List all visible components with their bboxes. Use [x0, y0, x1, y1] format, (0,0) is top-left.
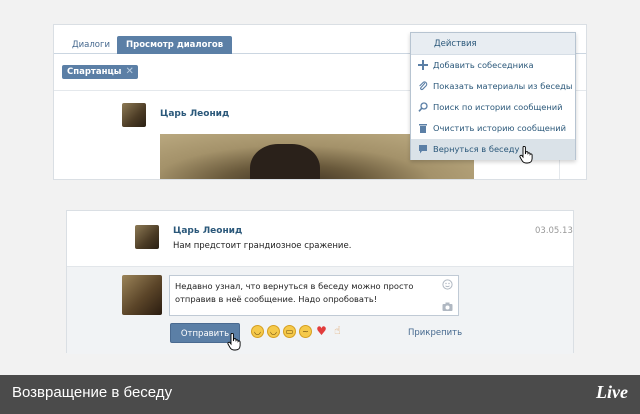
grin-emoji-icon[interactable]: ▭ — [283, 325, 296, 338]
message-author[interactable]: Царь Леонид — [173, 226, 242, 236]
heart-icon[interactable]: ♥ — [315, 325, 328, 338]
smirk-emoji-icon[interactable]: ~ — [299, 325, 312, 338]
menu-item-add-participant[interactable]: Добавить собеседника — [411, 55, 575, 76]
laugh-emoji-icon[interactable]: ◡ — [267, 325, 280, 338]
menu-item-return-to-chat[interactable]: Вернуться в беседу — [411, 139, 575, 160]
menu-item-label: Вернуться в беседу — [433, 144, 520, 154]
photo-figure — [250, 144, 320, 179]
conversation-chip-label: Спартанцы — [67, 67, 122, 77]
message-header: Царь Леонид — [122, 103, 229, 127]
caption-bar: Возвращение в беседу Live — [0, 375, 640, 414]
menu-item-label: Добавить собеседника — [433, 60, 534, 70]
actions-menu: Действия Добавить собеседника Показать м… — [410, 32, 576, 164]
compose-area: Недавно узнал, что вернуться в беседу мо… — [67, 266, 573, 354]
emoji-bar: ◡ ◡ ▭ ~ ♥ ☝ — [251, 325, 344, 338]
message-input-line: Недавно узнал, что вернуться в беседу мо… — [175, 281, 414, 291]
menu-item-label: Поиск по истории сообщений — [433, 102, 563, 112]
chat-panel: Царь Леонид Нам предстоит грандиозное ср… — [66, 210, 574, 354]
conversation-chip[interactable]: Спартанцы ✕ — [62, 65, 138, 79]
live-logo: Live — [596, 382, 628, 402]
menu-item-label: Показать материалы из беседы — [433, 81, 573, 91]
tab-view-dialogs[interactable]: Просмотр диалогов — [117, 36, 233, 54]
chat-bubble-icon — [418, 144, 428, 154]
search-icon — [418, 102, 428, 112]
message-input-line: отправив в неё сообщение. Надо опробоват… — [175, 294, 378, 304]
attach-link[interactable]: Прикрепить — [408, 328, 462, 338]
message-input[interactable]: Недавно узнал, что вернуться в беседу мо… — [169, 275, 459, 316]
actions-menu-header[interactable]: Действия — [411, 33, 575, 55]
menu-item-label: Очистить историю сообщений — [433, 123, 567, 133]
message-date: 03.05.13 — [535, 226, 573, 236]
avatar[interactable] — [122, 103, 146, 127]
paperclip-icon — [418, 81, 428, 91]
message-text: Нам предстоит грандиозное сражение. — [173, 241, 352, 251]
smile-emoji-icon[interactable]: ◡ — [251, 325, 264, 338]
menu-item-clear-history[interactable]: Очистить историю сообщений — [411, 118, 575, 139]
trash-icon — [418, 123, 428, 133]
message-author[interactable]: Царь Леонид — [160, 109, 229, 119]
tab-dialogs[interactable]: Диалоги — [63, 36, 119, 54]
hand-cursor-icon — [227, 332, 241, 351]
avatar[interactable] — [135, 225, 159, 249]
camera-icon[interactable] — [442, 301, 453, 312]
chat-message: Царь Леонид Нам предстоит грандиозное ср… — [135, 225, 573, 251]
plus-icon — [418, 60, 428, 70]
thumb-up-icon[interactable]: ☝ — [331, 325, 344, 338]
close-icon[interactable]: ✕ — [125, 65, 133, 79]
caption-title: Возвращение в беседу — [12, 384, 173, 401]
hand-cursor-icon — [519, 145, 533, 164]
avatar[interactable] — [122, 275, 162, 315]
menu-item-show-materials[interactable]: Показать материалы из беседы — [411, 76, 575, 97]
menu-item-search-history[interactable]: Поиск по истории сообщений — [411, 97, 575, 118]
smiley-icon[interactable] — [442, 279, 453, 290]
